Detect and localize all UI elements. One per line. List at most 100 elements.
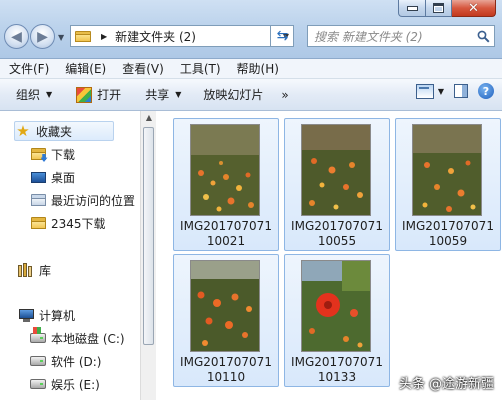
change-view-icon[interactable]: [415, 83, 434, 99]
menu-tools[interactable]: 工具(T): [171, 60, 228, 77]
menu-bar: 文件(F) 编辑(E) 查看(V) 工具(T) 帮助(H): [0, 59, 502, 79]
file-name: IMG201707071 10021: [174, 219, 278, 249]
forward-arrow-icon: ▶: [37, 28, 48, 45]
system-drive-icon: [30, 327, 46, 346]
computer-icon: [18, 307, 34, 323]
image-thumbnail: [190, 260, 260, 352]
recent-pages-dropdown[interactable]: ▼: [58, 33, 64, 42]
more-commands-button[interactable]: »: [274, 83, 295, 107]
breadcrumb-separator-icon[interactable]: ▶: [101, 32, 107, 41]
file-name: IMG201707071 10059: [396, 219, 500, 249]
open-label: 打开: [97, 88, 122, 102]
recent-places-icon: [30, 192, 46, 208]
drive-icon: [30, 353, 46, 369]
nav-downloads[interactable]: 下载: [30, 144, 75, 164]
drive-icon: [30, 376, 46, 392]
file-name: IMG201707071 10110: [174, 355, 278, 385]
maximize-button[interactable]: [426, 0, 452, 17]
preview-pane-icon[interactable]: [454, 84, 468, 98]
scroll-up-icon[interactable]: ▲: [143, 113, 155, 125]
file-item[interactable]: IMG201707071 10133: [284, 254, 390, 387]
nav-2345-label: 2345下载: [51, 216, 106, 231]
title-bar: ✕ ◀ ▶ ▼ ▶ 新建文件夹 (2) ▼ ⇆ 搜索 新建文件夹 (2): [0, 0, 502, 59]
image-thumbnail: [301, 124, 371, 216]
watermark: 头条 @途游新疆: [398, 377, 494, 392]
libraries-icon: [18, 262, 34, 278]
search-input[interactable]: 搜索 新建文件夹 (2): [307, 25, 495, 47]
nav-drive-c[interactable]: 本地磁盘 (C:): [30, 327, 125, 348]
file-name-line2: 10021: [206, 234, 246, 248]
file-name-line2: 10059: [428, 234, 468, 248]
navigation-scrollbar[interactable]: ▲: [140, 111, 156, 400]
image-thumbnail: [190, 124, 260, 216]
folder-icon: [30, 215, 46, 231]
nav-drive-d[interactable]: 软件 (D:): [30, 351, 101, 371]
file-name-line1: IMG201707071: [402, 219, 494, 233]
image-thumbnail: [301, 260, 371, 352]
nav-recent-label: 最近访问的位置: [51, 193, 136, 208]
close-icon: ✕: [468, 0, 479, 16]
minimize-button[interactable]: [398, 0, 426, 17]
file-name-line1: IMG201707071: [291, 219, 383, 233]
nav-libraries-label: 库: [39, 263, 52, 278]
share-label: 共享: [145, 88, 170, 102]
window-controls: ✕: [398, 0, 496, 18]
image-thumbnail: [412, 124, 482, 216]
view-dropdown-icon[interactable]: ▼: [438, 87, 444, 96]
scroll-thumb[interactable]: [143, 127, 154, 345]
nav-2345-downloads[interactable]: 2345下载: [30, 213, 106, 233]
nav-computer-label: 计算机: [39, 308, 76, 323]
search-icon[interactable]: [472, 30, 494, 43]
file-name: IMG201707071 10133: [285, 355, 389, 385]
forward-button[interactable]: ▶: [30, 24, 55, 49]
address-bar[interactable]: ▶ 新建文件夹 (2) ▼: [70, 25, 294, 47]
open-icon: [76, 86, 93, 103]
nav-desktop[interactable]: 桌面: [30, 167, 75, 187]
file-item[interactable]: IMG201707071 10110: [173, 254, 279, 387]
nav-drive-e[interactable]: 娱乐 (E:): [30, 374, 100, 394]
file-name-line1: IMG201707071: [291, 355, 383, 369]
file-item[interactable]: IMG201707071 10055: [284, 118, 390, 251]
back-button[interactable]: ◀: [4, 24, 29, 49]
slideshow-button[interactable]: 放映幻灯片: [196, 83, 270, 107]
star-icon: ★: [16, 121, 30, 140]
nav-favorites[interactable]: ★ 收藏夹: [14, 121, 114, 141]
organize-label: 组织: [16, 88, 41, 102]
nav-favorites-label: 收藏夹: [36, 124, 73, 139]
nav-drive-e-label: 娱乐 (E:): [51, 377, 100, 392]
command-bar: 组织 ▼ 打开 共享 ▼ 放映幻灯片 » ▼ ?: [0, 79, 502, 111]
help-icon[interactable]: ?: [478, 83, 494, 99]
navigation-pane: ★ 收藏夹 下载 桌面 最近访问的位置 2345下载 库 计算机 本地磁盘 (C…: [0, 111, 140, 400]
file-name-line2: 10133: [317, 370, 357, 384]
close-button[interactable]: ✕: [452, 0, 496, 17]
nav-downloads-label: 下载: [51, 147, 76, 162]
refresh-button[interactable]: ⇆: [270, 25, 294, 47]
slideshow-label: 放映幻灯片: [203, 88, 264, 102]
back-arrow-icon: ◀: [11, 28, 22, 45]
menu-help[interactable]: 帮助(H): [228, 60, 286, 77]
file-name-line1: IMG201707071: [180, 355, 272, 369]
file-name: IMG201707071 10055: [285, 219, 389, 249]
nav-drive-d-label: 软件 (D:): [51, 354, 102, 369]
search-placeholder: 搜索 新建文件夹 (2): [314, 29, 423, 44]
nav-desktop-label: 桌面: [51, 170, 76, 185]
file-name-line2: 10055: [317, 234, 357, 248]
organize-button[interactable]: 组织 ▼: [0, 83, 59, 107]
menu-view[interactable]: 查看(V): [113, 60, 171, 77]
menu-edit[interactable]: 编辑(E): [56, 60, 113, 77]
nav-recent-places[interactable]: 最近访问的位置: [30, 190, 135, 210]
file-item[interactable]: IMG201707071 10059: [395, 118, 501, 251]
menu-file[interactable]: 文件(F): [0, 60, 56, 77]
file-item[interactable]: IMG201707071 10021: [173, 118, 279, 251]
share-button[interactable]: 共享 ▼: [138, 83, 188, 107]
more-commands-icon: »: [281, 87, 289, 102]
breadcrumb-current[interactable]: 新建文件夹 (2): [115, 28, 279, 45]
refresh-icon: ⇆: [276, 28, 289, 44]
open-button[interactable]: 打开: [69, 83, 128, 107]
nav-libraries[interactable]: 库: [18, 260, 51, 280]
share-dropdown-icon: ▼: [175, 90, 182, 99]
organize-dropdown-icon: ▼: [46, 90, 53, 99]
nav-computer[interactable]: 计算机: [18, 305, 75, 325]
downloads-folder-icon: [30, 146, 48, 162]
folder-icon: [75, 30, 91, 42]
